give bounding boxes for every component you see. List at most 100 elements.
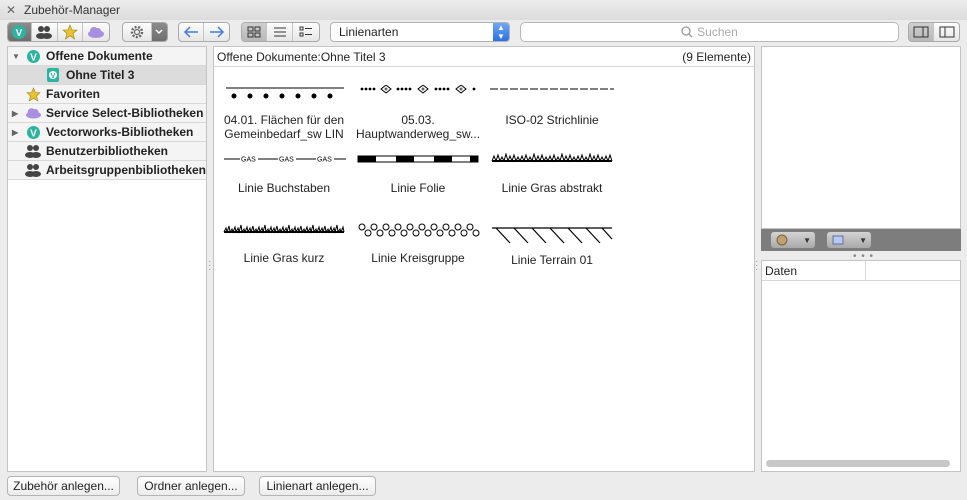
users-icon [36, 26, 53, 39]
thumbnail-view-button[interactable] [242, 23, 268, 41]
resource-item[interactable]: Linie Folie [350, 153, 486, 195]
tree-item-workgroup-libraries[interactable]: Arbeitsgruppenbibliotheken [8, 161, 206, 180]
new-folder-button[interactable]: Ordner anlegen... [137, 476, 245, 496]
vectorworks-icon: V [26, 49, 40, 63]
resource-label: Linie Gras kurz [243, 251, 325, 265]
star-icon [25, 86, 41, 102]
chevron-down-icon: ▼ [803, 235, 811, 245]
resource-label: 04.01. Flächen für den [223, 113, 345, 127]
svg-text:V: V [51, 73, 56, 80]
preview-pane-button[interactable] [909, 23, 935, 41]
resource-item[interactable]: GAS GAS GAS Linie Buchstaben [216, 153, 352, 195]
pane-layout-group [908, 22, 960, 42]
info-pane-icon [939, 26, 954, 38]
resource-type-value: Linienarten [339, 25, 399, 39]
preview-toolbar: ▼ ▼ [761, 229, 961, 251]
resource-item[interactable]: Linie Kreisgruppe [350, 223, 486, 265]
resource-item[interactable]: Linie Gras kurz [216, 223, 352, 265]
tree-item-label: Offene Dokumente [46, 49, 153, 63]
search-input[interactable]: Suchen [520, 22, 899, 42]
resource-item[interactable]: 05.03. Hauptwanderweg_sw... [350, 85, 486, 141]
svg-text:V: V [30, 52, 37, 63]
svg-text:V: V [16, 28, 23, 39]
tree-item-label: Favoriten [46, 87, 101, 101]
filter-cloud-button[interactable] [83, 23, 109, 41]
preview-pane-icon [913, 26, 929, 38]
list-view-icon [273, 27, 286, 37]
resource-label: Gemeinbedarf_sw LIN [224, 127, 344, 141]
resource-item[interactable]: Linie Gras abstrakt [484, 153, 620, 195]
users-icon [25, 145, 41, 158]
view-mode-group [241, 22, 320, 42]
line-preview-circle-group [358, 223, 480, 237]
library-filter-group: V [7, 22, 110, 42]
tree-item-label: Ohne Titel 3 [66, 68, 135, 82]
info-pane: ▼ ▼ • • • Daten [761, 46, 961, 472]
item-count: (9 Elemente) [682, 49, 751, 64]
tree-item-untitled-3[interactable]: V Ohne Titel 3 [8, 66, 206, 85]
gas-glyph: GAS [241, 157, 256, 164]
horizontal-scrollbar[interactable] [766, 460, 950, 467]
disclosure-closed-icon[interactable]: ▶ [12, 128, 22, 137]
settings-dropdown[interactable] [122, 22, 168, 42]
navigation-group [178, 22, 230, 42]
resource-item[interactable]: Linie Terrain 01 [484, 223, 620, 267]
left-splitter-handle[interactable]: · · · [208, 257, 211, 275]
resource-browser: Offene Dokumente:Ohne Titel 3 (9 Element… [213, 46, 755, 472]
view-icon [832, 235, 844, 245]
line-preview-dotted [226, 87, 344, 99]
tree-item-service-select[interactable]: ▶ Service Select-Bibliotheken [8, 104, 206, 123]
gear-icon [130, 25, 144, 39]
detail-view-button[interactable] [293, 23, 319, 41]
new-resource-button[interactable]: Zubehör anlegen... [7, 476, 120, 496]
resource-label: 05.03. [401, 113, 435, 127]
close-icon[interactable]: ✕ [6, 3, 20, 17]
render-mode-dropdown[interactable]: ▼ [771, 232, 815, 248]
users-icon [24, 164, 41, 177]
document-icon: V [47, 68, 59, 82]
forward-button[interactable] [204, 23, 229, 41]
line-preview-grass-abstract [491, 153, 613, 163]
render-icon [776, 234, 788, 246]
data-panel: Daten [761, 260, 961, 472]
search-placeholder: Suchen [697, 25, 738, 39]
window-title: Zubehör-Manager [24, 3, 121, 17]
tree-item-label: Service Select-Bibliotheken [46, 106, 204, 120]
right-splitter-handle[interactable]: · · · [755, 257, 758, 275]
chevron-down-icon[interactable] [151, 23, 167, 41]
tree-item-open-documents[interactable]: ▼ V Offene Dokumente [8, 47, 206, 66]
info-pane-button[interactable] [934, 23, 959, 41]
new-linetype-button[interactable]: Linienart anlegen... [259, 476, 376, 496]
view-mode-dropdown[interactable]: ▼ [827, 232, 871, 248]
disclosure-open-icon[interactable]: ▼ [12, 52, 22, 61]
resource-item[interactable]: ISO-02 Strichlinie [484, 85, 620, 127]
tree-item-favorites[interactable]: Favoriten [8, 85, 206, 104]
arrow-right-icon [209, 26, 224, 38]
resource-label: Linie Kreisgruppe [371, 251, 465, 265]
tree-item-user-libraries[interactable]: Benutzerbibliotheken [8, 142, 206, 161]
filter-vectorworks-button[interactable]: V [8, 23, 32, 41]
line-preview-terrain [492, 227, 613, 244]
filter-users-button[interactable] [32, 23, 58, 41]
vectorworks-icon: V [26, 125, 40, 139]
tree-item-label: Vectorworks-Bibliotheken [46, 125, 194, 139]
data-header: Daten [762, 261, 960, 281]
resource-label: Hauptwanderweg_sw... [355, 127, 481, 141]
data-header-label: Daten [765, 263, 798, 278]
grid-view-icon [247, 26, 261, 38]
library-tree: ▼ V Offene Dokumente V Ohne Titel 3 Favo… [7, 46, 207, 472]
gas-glyph: GAS [317, 157, 332, 164]
filter-favorites-button[interactable] [58, 23, 84, 41]
line-preview-dashed [490, 88, 614, 90]
list-view-button[interactable] [267, 23, 293, 41]
tree-item-vectorworks-libraries[interactable]: ▶ V Vectorworks-Bibliotheken [8, 123, 206, 142]
disclosure-closed-icon[interactable]: ▶ [12, 109, 22, 118]
gear-button[interactable] [123, 23, 152, 41]
resource-type-select[interactable]: Linienarten ▲ ▼ [330, 22, 510, 42]
back-button[interactable] [179, 23, 205, 41]
select-arrows-icon: ▲ ▼ [493, 23, 509, 41]
cloud-icon [25, 108, 41, 119]
resource-item[interactable]: 04.01. Flächen für den Gemeinbedarf_sw LI… [216, 85, 352, 141]
tree-item-label: Arbeitsgruppenbibliotheken [45, 163, 206, 177]
title-bar: ✕ Zubehör-Manager [0, 0, 967, 20]
